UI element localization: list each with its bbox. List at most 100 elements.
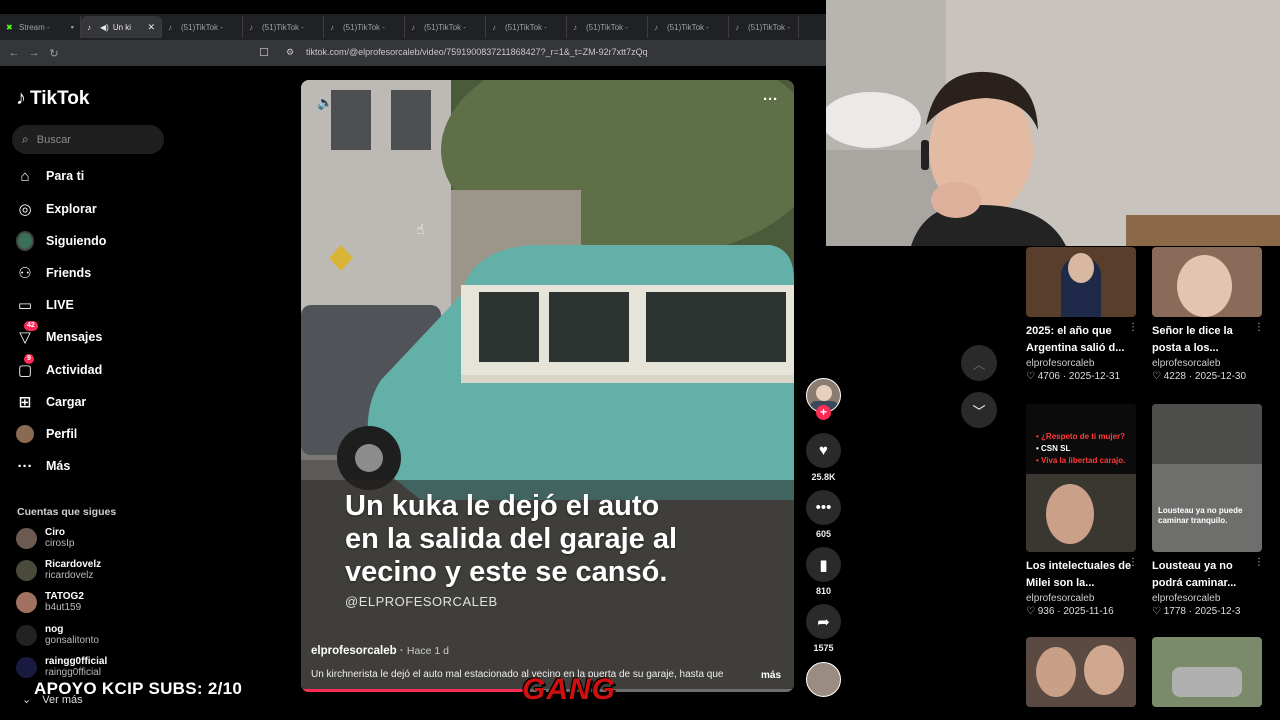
nav-label: Siguiendo	[46, 234, 107, 248]
close-tab-icon[interactable]: ✕	[147, 22, 155, 33]
card-more-icon[interactable]: ⋮	[1128, 557, 1138, 568]
account-item[interactable]: TATOG2 b4ut159	[16, 591, 84, 613]
heart-outline-icon: ♡	[1026, 606, 1038, 617]
nav-actividad[interactable]: ▢ 9 Actividad	[16, 354, 102, 382]
nav-label: Friends	[46, 266, 92, 280]
card-likes: 4706	[1037, 371, 1060, 382]
previous-video-button[interactable]: ︿	[961, 345, 997, 381]
nav-siguiendo[interactable]: Siguiendo	[16, 229, 106, 253]
related-video-card[interactable]: Lousteau ya no puede caminar tranquilo. …	[1152, 404, 1264, 617]
tiktok-icon: ♪	[330, 22, 334, 32]
video-author[interactable]: elprofesorcaleb · Hace 1 d	[311, 645, 449, 657]
tiktok-icon: ♪	[87, 22, 91, 32]
card-more-icon[interactable]: ⋮	[1254, 557, 1264, 568]
avatar	[16, 591, 37, 613]
tab-label: (51)TikTok -	[343, 22, 385, 32]
address-bar: ← → ↻ ☐ ⚙ tiktok.com/@elprofesorcaleb/vi…	[0, 40, 826, 66]
account-item[interactable]: Ciro cirosIp	[16, 527, 74, 549]
tab-bar: ✖ Stream - ▪ ♪ ◀) Un ki ✕ ♪ (51)TikTok - ♪ (51)…	[0, 14, 826, 40]
tiktok-icon: ♪	[411, 22, 415, 32]
card-likes: 1778	[1163, 606, 1186, 617]
nav-live[interactable]: ▭ LIVE	[16, 293, 74, 317]
browser-tab-active[interactable]: ♪ ◀) Un ki ✕	[81, 16, 162, 38]
account-name: TATOG2	[45, 591, 84, 602]
browser-tab[interactable]: ♪ (51)TikTok -	[243, 16, 324, 38]
nav-label: Mensajes	[46, 330, 103, 344]
share-count: 1575	[813, 643, 834, 653]
browser-tab[interactable]: ♪ (51)TikTok -	[729, 16, 799, 38]
card-date: 2025-11-16	[1063, 606, 1114, 617]
tiktok-icon: ♪	[573, 22, 577, 32]
card-stats: ♡ 1778 · 2025-12-3	[1152, 606, 1241, 617]
reload-icon[interactable]: ↻	[44, 47, 64, 60]
card-title: 2025: el año que Argentina salió d...	[1026, 325, 1125, 354]
forward-icon[interactable]: →	[24, 47, 44, 59]
account-item[interactable]: nog gonsalitonto	[16, 624, 99, 646]
nav-perfil[interactable]: Perfil	[16, 422, 77, 446]
friends-icon: ⚇	[18, 265, 32, 282]
tab-label: (51)TikTok -	[181, 22, 223, 32]
account-item[interactable]: Ricardovelz ricardovelz	[16, 559, 101, 581]
video-thumbnail	[1152, 637, 1262, 707]
promo-overlay: APOYO KCIP SUBS: 2/10	[34, 679, 243, 698]
comment-button[interactable]: ••• 605	[806, 490, 841, 539]
nav-cargar[interactable]: ⊞ Cargar	[16, 390, 87, 414]
card-more-icon[interactable]: ⋮	[1128, 322, 1138, 333]
card-title: Lousteau ya no podrá caminar...	[1152, 560, 1237, 589]
tab-label: (51)TikTok -	[262, 22, 304, 32]
account-handle: raingg0fficial	[45, 667, 101, 678]
url-field[interactable]: tiktok.com/@elprofesorcaleb/video/759190…	[306, 47, 648, 57]
related-video-card[interactable]	[1026, 637, 1136, 707]
save-count: 810	[815, 586, 832, 596]
related-video-card[interactable]: • ¿Respeto de ti mujer? • CSN SL • Viva …	[1026, 404, 1138, 617]
browser-tab[interactable]: ✖ Stream - ▪	[0, 16, 81, 38]
nav-mensajes[interactable]: ▽ 42 Mensajes	[16, 321, 103, 349]
save-button[interactable]: ▮ 810	[806, 547, 841, 596]
nav-friends[interactable]: ⚇ Friends	[16, 261, 91, 285]
bookmark-icon[interactable]: ☐	[259, 46, 269, 59]
card-likes: 936	[1037, 606, 1055, 617]
share-button[interactable]: ➦ 1575	[806, 604, 841, 653]
card-more-icon[interactable]: ⋮	[1254, 322, 1264, 333]
nav-mas[interactable]: ··· Más	[16, 454, 71, 478]
next-video-button[interactable]: ﹀	[961, 392, 997, 428]
card-date: 2025-12-3	[1194, 606, 1241, 617]
video-thumbnail	[1026, 637, 1136, 707]
browser-tab[interactable]: ♪ (51)TikTok -	[486, 16, 567, 38]
browser-tab[interactable]: ♪ (51)TikTok -	[324, 16, 405, 38]
back-icon[interactable]: ←	[4, 47, 24, 59]
related-video-card[interactable]: Señor le dice la posta a los... ⋮ elprof…	[1152, 247, 1264, 382]
next-author-avatar[interactable]	[806, 662, 841, 697]
nav-explorar[interactable]: ◎ Explorar	[16, 197, 96, 221]
messages-badge: 42	[24, 321, 38, 331]
stream-icon: ✖	[6, 22, 13, 32]
activity-icon: ▢ 9	[17, 354, 34, 379]
video-caption: Un kuka le dejó el auto en la salida del…	[345, 490, 765, 589]
more-link[interactable]: más	[761, 670, 781, 681]
like-button[interactable]: ♥ 25.8K	[806, 433, 841, 482]
related-video-card[interactable]	[1152, 637, 1262, 707]
site-info-icon[interactable]: ⚙	[286, 47, 294, 58]
browser-tab[interactable]: ♪ (51)TikTok -	[648, 16, 729, 38]
follow-plus-icon[interactable]: +	[816, 405, 831, 420]
cursor-icon: ☝	[416, 221, 425, 237]
account-item[interactable]: raingg0fficial raingg0fficial	[16, 656, 107, 678]
nav-para-ti[interactable]: ⌂ Para ti	[16, 164, 84, 188]
card-title: Señor le dice la posta a los...	[1152, 325, 1233, 354]
more-options-icon[interactable]: ···	[763, 91, 778, 108]
search-input[interactable]	[36, 133, 147, 146]
video-player[interactable]: 🔈 ··· Un kuka le dejó el auto en la sali…	[301, 80, 794, 692]
bookmark-icon: ▮	[806, 547, 841, 582]
author-name: elprofesorcaleb	[311, 645, 397, 657]
heart-icon: ♥	[806, 433, 841, 468]
tiktok-logo[interactable]: ♪ TikTok	[16, 87, 89, 110]
related-video-card[interactable]: 2025: el año que Argentina salió d... ⋮ …	[1026, 247, 1138, 382]
browser-tab[interactable]: ♪ (51)TikTok -	[162, 16, 243, 38]
comment-count: 605	[815, 529, 832, 539]
volume-icon[interactable]: 🔈	[317, 95, 333, 111]
browser-tab[interactable]: ♪ (51)TikTok -	[405, 16, 486, 38]
avatar	[16, 624, 37, 646]
search-box[interactable]: ⌕	[12, 125, 164, 154]
browser-tab[interactable]: ♪ (51)TikTok -	[567, 16, 648, 38]
chevron-down-icon: ⌄	[22, 694, 35, 706]
